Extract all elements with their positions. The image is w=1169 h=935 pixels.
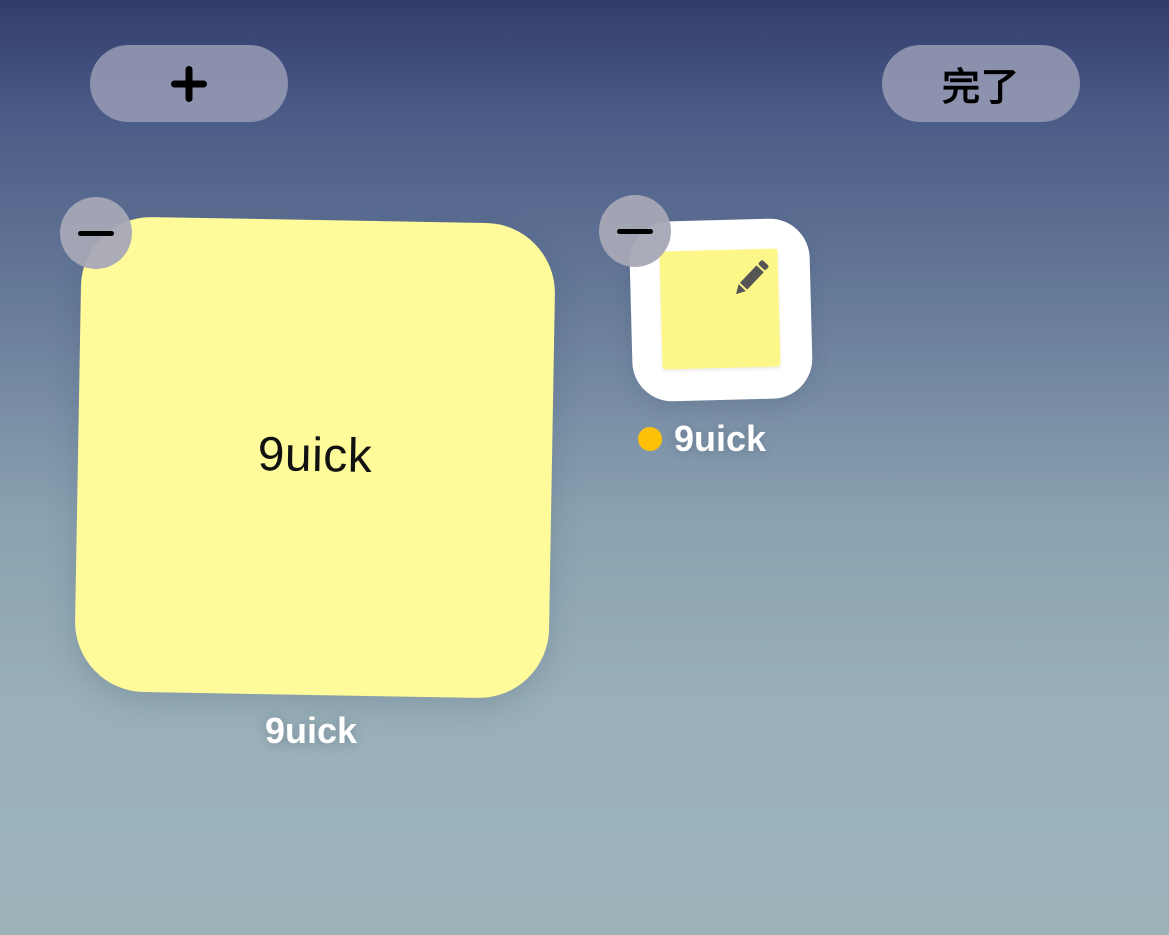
done-button-label: 完了 xyxy=(941,65,1020,109)
remove-app-button[interactable] xyxy=(599,195,671,267)
app-label: 9uick xyxy=(674,418,767,459)
plus-icon xyxy=(171,65,207,102)
minus-icon xyxy=(78,230,114,236)
remove-widget-button[interactable] xyxy=(60,197,132,269)
add-widget-button[interactable] xyxy=(90,45,288,122)
app-label-row: 9uick xyxy=(638,418,766,460)
pencil-icon xyxy=(736,260,769,295)
done-button[interactable]: 完了 xyxy=(882,45,1080,122)
widget-note-text: 9uick xyxy=(257,428,373,483)
new-app-indicator-dot xyxy=(638,427,662,451)
minus-icon xyxy=(617,228,653,234)
widget-label: 9uick xyxy=(264,710,358,751)
notes-widget[interactable]: 9uick xyxy=(73,215,557,700)
